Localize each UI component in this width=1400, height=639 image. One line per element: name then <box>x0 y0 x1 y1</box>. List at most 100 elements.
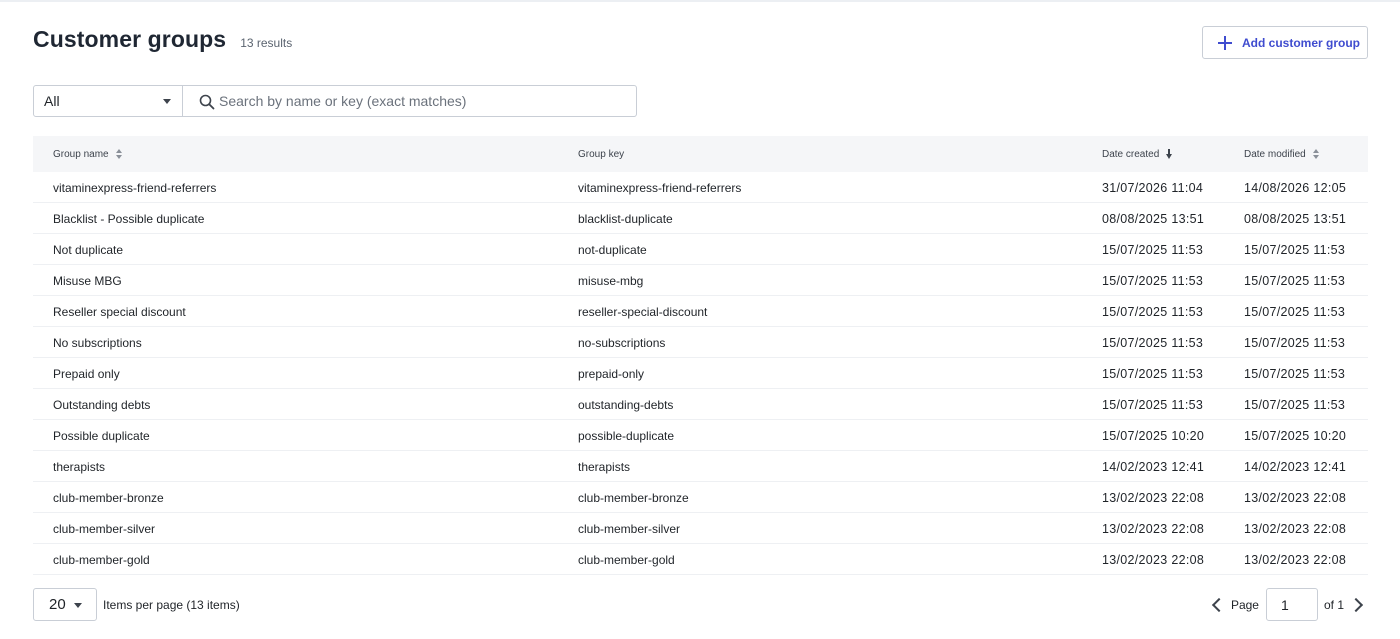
group-name-cell: club-member-bronze <box>53 490 164 505</box>
table-row[interactable]: Blacklist - Possible duplicate blacklist-… <box>33 203 1368 234</box>
table-row[interactable]: Not duplicate not-duplicate 15/07/2025 11:… <box>33 234 1368 265</box>
group-key-cell: outstanding-debts <box>578 397 674 412</box>
group-key-cell: no-subscriptions <box>578 335 666 350</box>
sort-icon <box>1312 148 1320 160</box>
group-name-cell: Prepaid only <box>53 366 120 381</box>
date-created-cell: 13/02/2023 22:08 <box>1102 521 1205 536</box>
page-number-input[interactable] <box>1265 588 1318 621</box>
search-input[interactable] <box>219 90 619 112</box>
group-name-cell: therapists <box>53 459 106 474</box>
caret-down-icon <box>163 99 171 104</box>
column-header-group-key: Group key <box>578 136 624 172</box>
column-label: Date created <box>1102 148 1160 160</box>
date-created-cell: 15/07/2025 11:53 <box>1102 397 1204 412</box>
group-key-cell: club-member-gold <box>578 552 675 567</box>
group-name-cell: Blacklist - Possible duplicate <box>53 211 205 226</box>
date-created-cell: 13/02/2023 22:08 <box>1102 490 1205 505</box>
group-name-cell: Reseller special discount <box>53 304 186 319</box>
per-page-select[interactable]: 20 <box>33 588 97 621</box>
caret-down-icon <box>74 603 82 608</box>
table-body: vitaminexpress-friend-referrers vitaminex… <box>33 172 1368 575</box>
add-customer-group-label: Add customer group <box>1242 35 1361 50</box>
group-key-cell: club-member-bronze <box>578 490 689 505</box>
date-modified-cell: 14/08/2026 12:05 <box>1244 180 1347 195</box>
date-modified-cell: 15/07/2025 10:20 <box>1244 428 1347 443</box>
date-created-cell: 08/08/2025 13:51 <box>1102 211 1205 226</box>
date-modified-cell: 15/07/2025 11:53 <box>1244 304 1346 319</box>
date-created-cell: 14/02/2023 12:41 <box>1102 459 1205 474</box>
plus-icon <box>1217 35 1233 51</box>
group-name-cell: club-member-gold <box>53 552 150 567</box>
group-key-cell: possible-duplicate <box>578 428 675 443</box>
date-created-cell: 15/07/2025 11:53 <box>1102 335 1204 350</box>
date-created-cell: 15/07/2025 11:53 <box>1102 366 1204 381</box>
date-modified-cell: 08/08/2025 13:51 <box>1244 211 1347 226</box>
page-label: Page <box>1230 597 1259 612</box>
table-row[interactable]: No subscriptions no-subscriptions 15/07/20… <box>33 327 1368 358</box>
top-divider <box>0 0 1400 2</box>
group-key-cell: vitaminexpress-friend-referrers <box>578 180 742 195</box>
group-name-cell: Outstanding debts <box>53 397 151 412</box>
pager: Page of 1 <box>1207 588 1368 621</box>
sort-descending-icon <box>1165 148 1173 160</box>
search-box <box>182 85 637 117</box>
pagination-footer: 20 Items per page (13 items) Page of 1 <box>33 588 1368 621</box>
table-row[interactable]: Reseller special discount reseller-specia… <box>33 296 1368 327</box>
sort-icon <box>115 148 123 160</box>
table-row[interactable]: Misuse MBG misuse-mbg 15/07/2025 11:53 15/0… <box>33 265 1368 296</box>
group-name-cell: club-member-silver <box>53 521 156 536</box>
date-modified-cell: 13/02/2023 22:08 <box>1244 552 1347 567</box>
group-key-cell: club-member-silver <box>578 521 681 536</box>
column-label: Date modified <box>1244 148 1306 160</box>
group-filter-value: All <box>44 93 60 109</box>
group-name-cell: Misuse MBG <box>53 273 122 288</box>
column-header-date-modified[interactable]: Date modified <box>1244 136 1320 172</box>
group-name-cell: No subscriptions <box>53 335 142 350</box>
table-row[interactable]: therapists therapists 14/02/2023 12:41 14/0… <box>33 451 1368 482</box>
date-modified-cell: 15/07/2025 11:53 <box>1244 366 1346 381</box>
date-created-cell: 31/07/2026 11:04 <box>1102 180 1204 195</box>
result-count: 13 results <box>240 36 293 50</box>
group-key-cell: therapists <box>578 459 631 474</box>
group-key-cell: blacklist-duplicate <box>578 211 673 226</box>
per-page-value: 20 <box>49 596 66 613</box>
table-row[interactable]: vitaminexpress-friend-referrers vitaminex… <box>33 172 1368 203</box>
date-modified-cell: 15/07/2025 11:53 <box>1244 335 1346 350</box>
column-label: Group key <box>578 148 625 160</box>
table-header: Group name Group key Date created Date m… <box>33 136 1368 172</box>
column-header-group-name[interactable]: Group name <box>53 136 123 172</box>
group-key-cell: prepaid-only <box>578 366 645 381</box>
date-created-cell: 15/07/2025 11:53 <box>1102 304 1204 319</box>
customer-groups-table: Group name Group key Date created Date m… <box>33 136 1368 575</box>
group-name-cell: Not duplicate <box>53 242 124 257</box>
search-icon <box>199 94 215 110</box>
date-modified-cell: 15/07/2025 11:53 <box>1244 273 1346 288</box>
column-header-date-created[interactable]: Date created <box>1102 136 1173 172</box>
date-modified-cell: 14/02/2023 12:41 <box>1244 459 1347 474</box>
group-key-cell: reseller-special-discount <box>578 304 708 319</box>
date-created-cell: 13/02/2023 22:08 <box>1102 552 1205 567</box>
date-created-cell: 15/07/2025 10:20 <box>1102 428 1205 443</box>
table-row[interactable]: club-member-gold club-member-gold 13/02/20… <box>33 544 1368 575</box>
date-modified-cell: 15/07/2025 11:53 <box>1244 242 1346 257</box>
table-row[interactable]: Possible duplicate possible-duplicate 15/0… <box>33 420 1368 451</box>
date-created-cell: 15/07/2025 11:53 <box>1102 242 1204 257</box>
date-modified-cell: 13/02/2023 22:08 <box>1244 490 1347 505</box>
per-page-label: Items per page (13 items) <box>103 597 240 612</box>
page-title: Customer groups <box>33 26 227 52</box>
chevron-left-icon[interactable] <box>1207 595 1227 615</box>
table-row[interactable]: club-member-silver club-member-silver 13/0… <box>33 513 1368 544</box>
column-label: Group name <box>53 148 109 160</box>
page-total-label: of 1 <box>1323 597 1344 612</box>
date-modified-cell: 13/02/2023 22:08 <box>1244 521 1347 536</box>
date-created-cell: 15/07/2025 11:53 <box>1102 273 1204 288</box>
chevron-right-icon[interactable] <box>1348 595 1368 615</box>
group-filter-select[interactable]: All <box>33 85 183 117</box>
table-row[interactable]: Prepaid only prepaid-only 15/07/2025 11:53… <box>33 358 1368 389</box>
add-customer-group-button[interactable]: Add customer group <box>1202 26 1368 59</box>
group-key-cell: not-duplicate <box>578 242 647 257</box>
table-row[interactable]: Outstanding debts outstanding-debts 15/07/… <box>33 389 1368 420</box>
page-header: Customer groups 13 results <box>33 26 292 56</box>
table-row[interactable]: club-member-bronze club-member-bronze 13/0… <box>33 482 1368 513</box>
group-name-cell: Possible duplicate <box>53 428 150 443</box>
